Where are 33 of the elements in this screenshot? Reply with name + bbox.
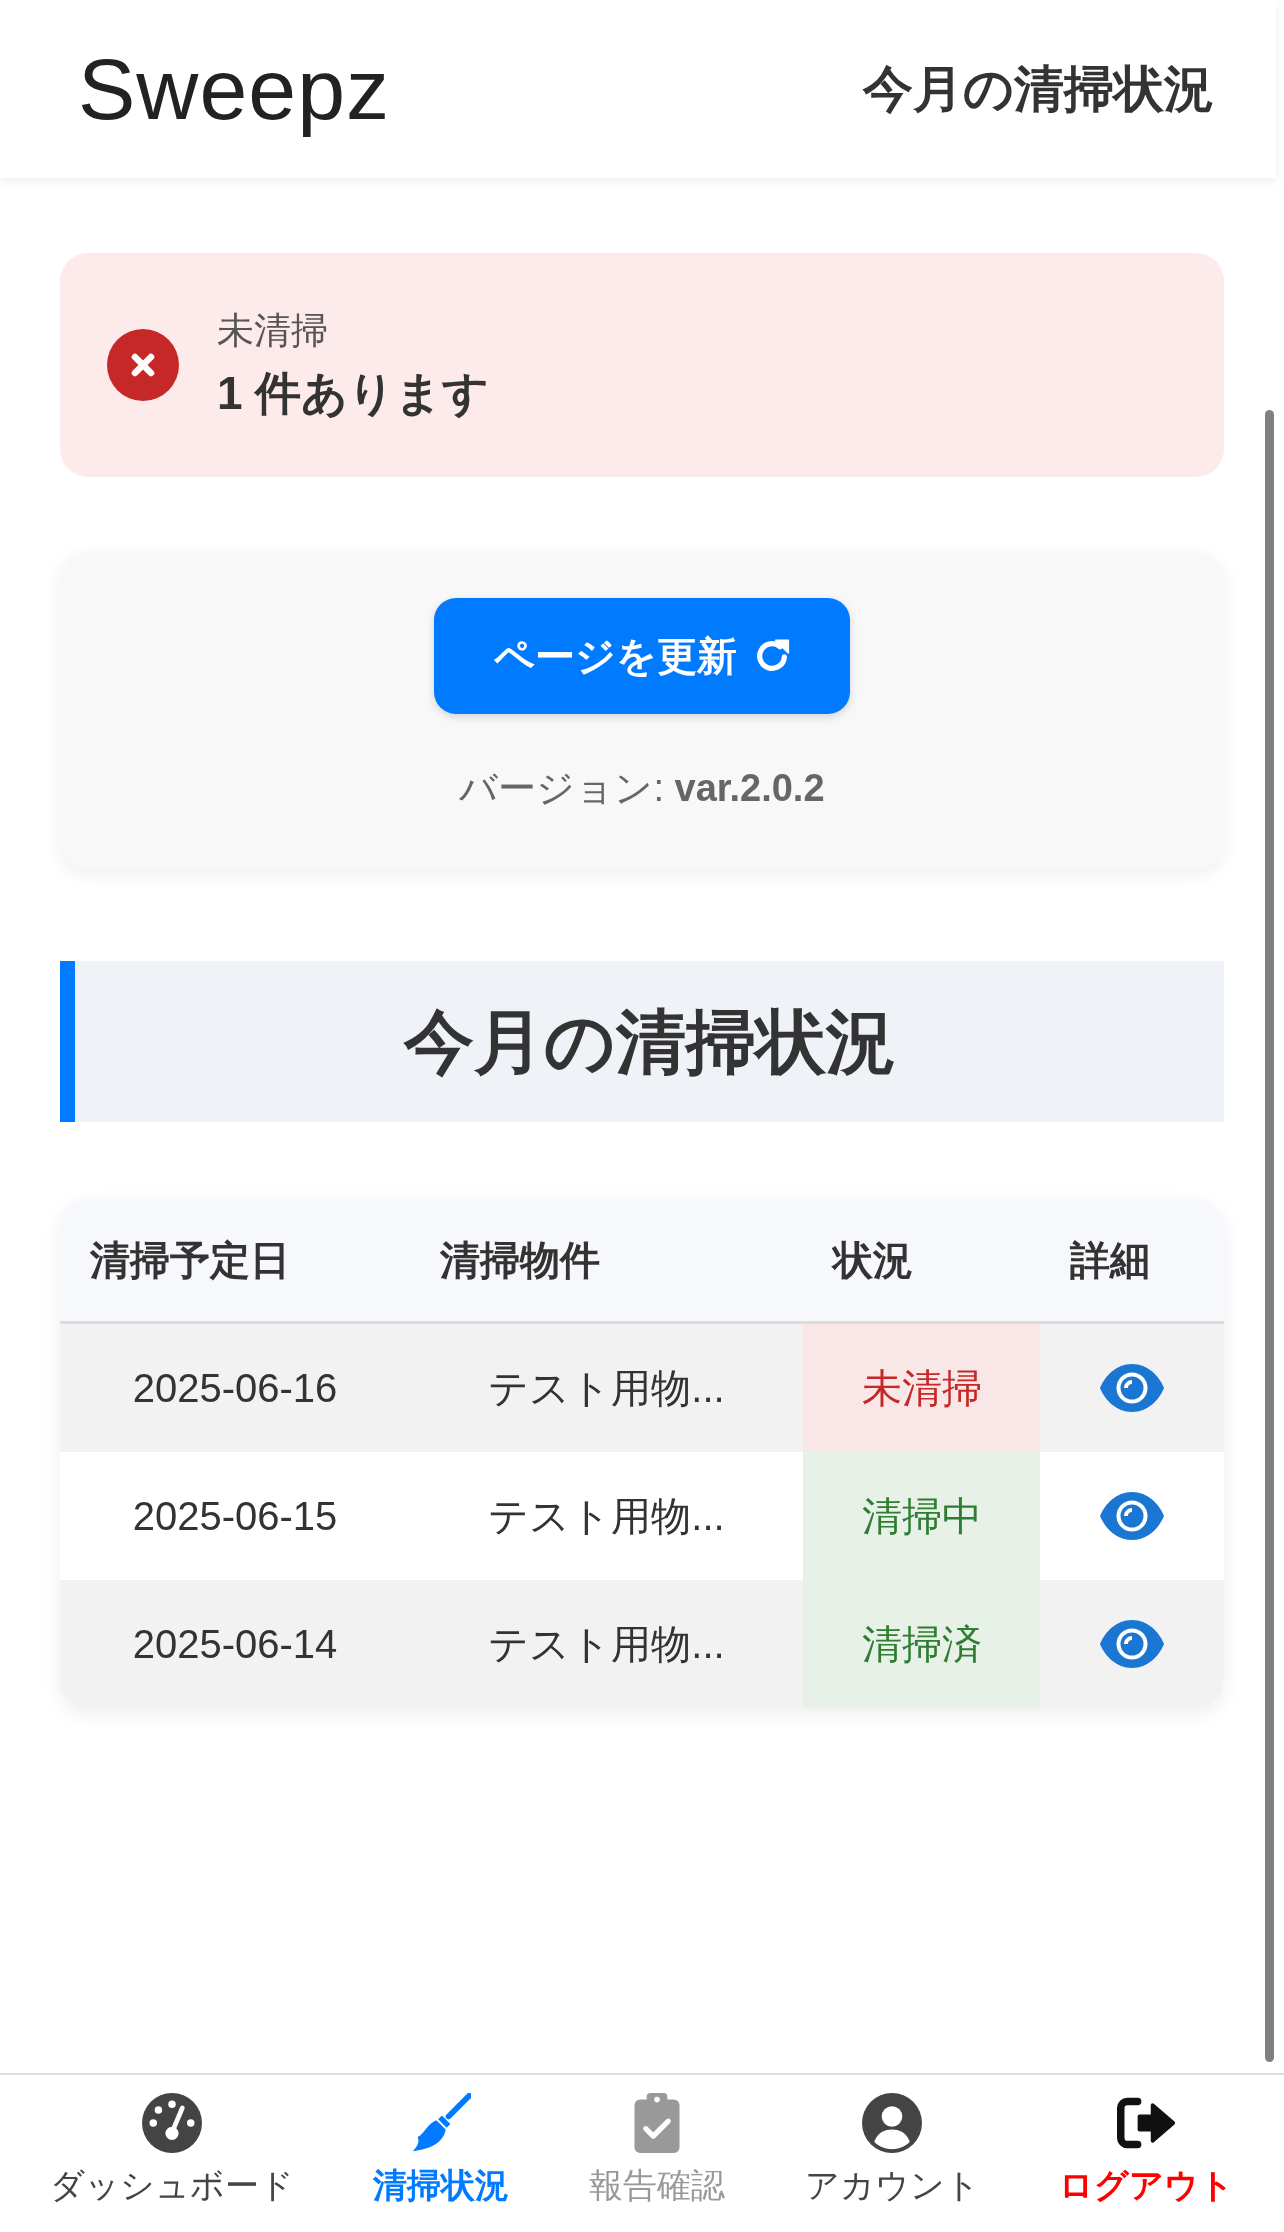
eye-icon[interactable] — [1099, 1490, 1165, 1542]
date-text: 2025-06-14 — [132, 1621, 338, 1667]
nav-tab[interactable]: 清掃状況 — [373, 2093, 510, 2206]
status-text: 清掃中 — [861, 1492, 982, 1540]
gauge-icon — [141, 2093, 202, 2153]
nav-tab[interactable]: ログアウト — [1059, 2093, 1235, 2206]
alert-label: 未清掃 — [217, 309, 329, 354]
nav-tab[interactable]: ダッシュボード — [49, 2093, 294, 2206]
user-icon — [862, 2093, 923, 2153]
page-title: 今月の清掃状況 — [863, 60, 1214, 119]
status-text: 清掃済 — [861, 1620, 982, 1668]
eye-icon[interactable] — [1099, 1618, 1165, 1670]
status-text: 未清掃 — [861, 1364, 982, 1412]
scrollbar-thumb[interactable] — [1265, 410, 1274, 2062]
nav-tab[interactable]: アカウント — [804, 2093, 980, 2206]
broom-icon — [411, 2093, 472, 2153]
property-text: テスト用物... — [488, 1620, 725, 1668]
column-header: 詳細 — [1070, 1236, 1150, 1284]
column-header: 清掃物件 — [440, 1236, 600, 1284]
clipboard-check-icon — [634, 2093, 680, 2153]
property-text: テスト用物... — [488, 1492, 725, 1540]
column-header: 状況 — [833, 1236, 913, 1284]
column-header: 清掃予定日 — [90, 1236, 290, 1284]
logo-text: Sweepz — [78, 41, 390, 137]
date-text: 2025-06-15 — [132, 1493, 338, 1539]
date-text: 2025-06-16 — [132, 1365, 338, 1411]
eye-icon[interactable] — [1099, 1362, 1165, 1414]
refresh-button[interactable]: ページを更新 — [434, 598, 850, 714]
section-title: 今月の清掃状況 — [403, 1001, 896, 1083]
property-text: テスト用物... — [488, 1364, 725, 1412]
alert-message: 1 件あります — [217, 365, 490, 421]
version-text: バージョン: var.2.0.2 — [459, 766, 825, 811]
x-circle-icon — [107, 329, 179, 401]
